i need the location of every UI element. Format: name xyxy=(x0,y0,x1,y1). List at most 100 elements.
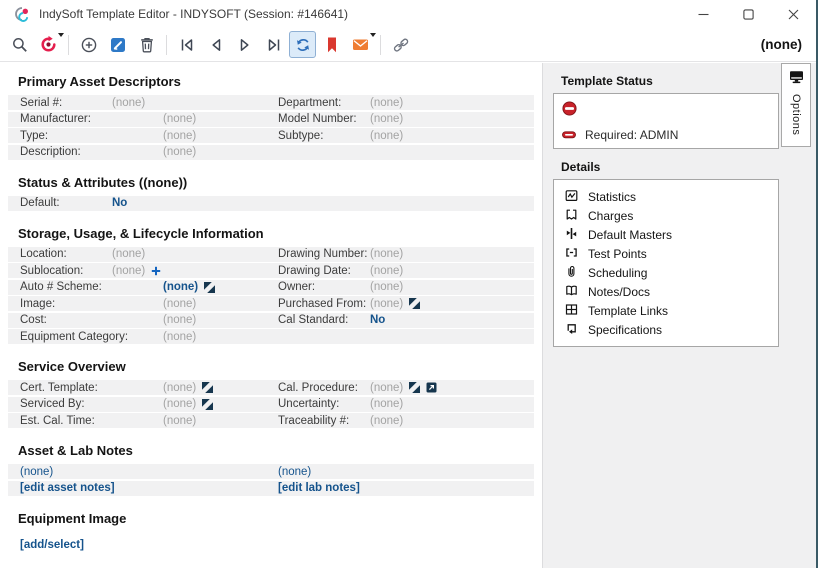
detail-item-test-points[interactable]: Test Points xyxy=(558,244,774,263)
goto-cert-template-icon[interactable] xyxy=(202,382,213,393)
minimize-icon xyxy=(698,9,709,20)
refresh-icon xyxy=(294,36,312,54)
detail-item-default-masters[interactable]: Default Masters xyxy=(558,225,774,244)
field-label: Default: xyxy=(20,197,112,209)
history-icon xyxy=(39,35,58,54)
nav-next-icon xyxy=(236,36,254,54)
first-record-button[interactable] xyxy=(173,31,200,58)
add-record-button[interactable] xyxy=(75,31,102,58)
field-value: (none) xyxy=(163,314,196,326)
email-button[interactable] xyxy=(347,31,374,58)
field-value: (none) xyxy=(370,97,403,109)
field-value: (none) xyxy=(370,382,403,394)
field-value: (none) xyxy=(163,382,196,394)
edit-record-button[interactable] xyxy=(104,31,131,58)
goto-auto-scheme-icon[interactable] xyxy=(204,282,215,293)
detail-item-charges[interactable]: Charges xyxy=(558,206,774,225)
required-status-icon xyxy=(562,128,576,142)
window-controls xyxy=(681,0,816,28)
field-value: (none) xyxy=(163,298,196,310)
table-row: Type:(none) Subtype:(none) xyxy=(8,128,534,143)
last-record-button[interactable] xyxy=(260,31,287,58)
template-detail-pane: Primary Asset Descriptors Serial #:(none… xyxy=(0,63,542,568)
section-title-service: Service Overview xyxy=(18,359,542,375)
minimize-button[interactable] xyxy=(681,0,726,28)
app-icon xyxy=(14,6,31,22)
no-entry-icon xyxy=(562,103,577,120)
search-button[interactable] xyxy=(6,31,33,58)
maximize-button[interactable] xyxy=(726,0,771,28)
detail-item-label: Statistics xyxy=(588,190,636,204)
field-label: Equipment Category: xyxy=(20,331,163,343)
field-label: Cert. Template: xyxy=(20,382,163,394)
toolbar-separator xyxy=(380,35,381,55)
table-row: Location:(none) Drawing Number:(none) xyxy=(8,247,534,262)
next-record-button[interactable] xyxy=(231,31,258,58)
add-select-image-link[interactable]: [add/select] xyxy=(20,539,84,551)
link-icon xyxy=(391,36,411,54)
detail-item-label: Default Masters xyxy=(588,228,672,242)
field-label: Serviced By: xyxy=(20,398,163,410)
field-value: (none) xyxy=(370,130,403,142)
field-value: (none) xyxy=(163,415,196,427)
table-row: Description:(none) xyxy=(8,145,534,160)
bookmark-button[interactable] xyxy=(318,31,345,58)
delete-record-button[interactable] xyxy=(133,31,160,58)
titlebar: IndySoft Template Editor - INDYSOFT (Ses… xyxy=(0,0,816,28)
statistics-icon xyxy=(565,189,578,205)
main-area: Primary Asset Descriptors Serial #:(none… xyxy=(0,63,816,568)
asset-notes-value: (none) xyxy=(20,466,53,478)
add-sublocation-icon[interactable] xyxy=(151,266,161,276)
field-value: (none) xyxy=(370,113,403,125)
detail-item-notes-docs[interactable]: Notes/Docs xyxy=(558,282,774,301)
close-button[interactable] xyxy=(771,0,816,28)
link-button[interactable] xyxy=(387,31,414,58)
specifications-icon xyxy=(565,322,578,338)
toolbar-separator xyxy=(68,35,69,55)
default-toggle-value[interactable]: No xyxy=(112,197,127,209)
current-record-label: (none) xyxy=(761,37,802,52)
history-button[interactable] xyxy=(35,31,62,58)
detail-item-template-links[interactable]: Template Links xyxy=(558,301,774,320)
template-links-icon xyxy=(565,303,578,319)
refresh-button[interactable] xyxy=(289,31,316,58)
field-label: Drawing Number: xyxy=(278,248,370,260)
dropdown-caret-icon xyxy=(58,33,64,37)
scheduling-icon xyxy=(565,265,578,281)
field-value: (none) xyxy=(370,265,403,277)
edit-asset-notes-link[interactable]: [edit asset notes] xyxy=(20,482,115,494)
detail-item-statistics[interactable]: Statistics xyxy=(558,187,774,206)
field-value: (none) xyxy=(163,130,196,142)
cal-standard-toggle-value[interactable]: No xyxy=(370,314,385,326)
delete-icon xyxy=(138,36,156,54)
table-row: Auto # Scheme:(none) Owner:(none) xyxy=(8,280,534,295)
nav-last-icon xyxy=(265,36,283,54)
detail-item-scheduling[interactable]: Scheduling xyxy=(558,263,774,282)
auto-scheme-value[interactable]: (none) xyxy=(163,281,198,293)
open-cal-procedure-window-icon[interactable] xyxy=(426,382,437,393)
goto-purchased-from-icon[interactable] xyxy=(409,298,420,309)
field-value: (none) xyxy=(370,398,403,410)
email-icon xyxy=(351,36,370,53)
close-icon xyxy=(788,9,799,20)
default-masters-icon xyxy=(565,227,578,243)
section-title-notes: Asset & Lab Notes xyxy=(18,443,542,459)
detail-item-specifications[interactable]: Specifications xyxy=(558,320,774,339)
nav-previous-icon xyxy=(207,36,225,54)
section-title-primary: Primary Asset Descriptors xyxy=(18,74,542,90)
previous-record-button[interactable] xyxy=(202,31,229,58)
field-label: Auto # Scheme: xyxy=(20,281,163,293)
detail-item-label: Scheduling xyxy=(588,266,647,280)
table-row: [edit asset notes] [edit lab notes] xyxy=(8,481,534,496)
detail-item-label: Template Links xyxy=(588,304,668,318)
options-tab[interactable]: Options xyxy=(781,63,811,147)
goto-cal-procedure-icon[interactable] xyxy=(409,382,420,393)
toolbar: (none) xyxy=(0,28,816,62)
edit-lab-notes-link[interactable]: [edit lab notes] xyxy=(278,482,360,494)
charges-icon xyxy=(565,208,578,224)
detail-item-label: Specifications xyxy=(588,323,662,337)
field-label: Type: xyxy=(20,130,163,142)
table-row: Est. Cal. Time:(none) Traceability #:(no… xyxy=(8,413,534,428)
goto-serviced-by-icon[interactable] xyxy=(202,399,213,410)
field-label: Model Number: xyxy=(278,113,370,125)
